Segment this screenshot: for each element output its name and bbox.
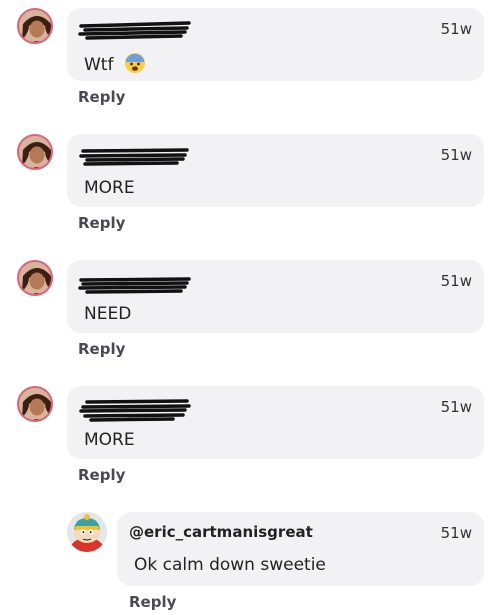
avatar[interactable] <box>17 134 53 170</box>
comment-bubble: 51w MORE <box>67 134 484 207</box>
comment-text: Ok calm down sweetie <box>134 555 326 575</box>
comment-text: MORE <box>84 430 135 450</box>
timestamp: 51w <box>440 524 472 542</box>
avatar-image <box>19 10 51 42</box>
redaction-scribble <box>78 277 191 294</box>
comment-text: Wtf <box>84 52 146 79</box>
avatar[interactable] <box>17 8 53 44</box>
redaction-scribble <box>79 148 189 166</box>
comment-bubble: @eric_cartmanisgreat 51w Ok calm down sw… <box>117 512 484 586</box>
comment-bubble: 51w MORE <box>67 386 484 459</box>
comment-text: MORE <box>84 178 135 198</box>
reply-button[interactable]: Reply <box>78 88 125 106</box>
avatar[interactable] <box>17 386 53 422</box>
avatar[interactable] <box>67 512 107 552</box>
timestamp: 51w <box>440 272 472 290</box>
comment-text-content: Wtf <box>84 55 114 75</box>
username[interactable]: @eric_cartmanisgreat <box>129 523 313 541</box>
comment-bubble: 51w NEED <box>67 260 484 333</box>
redaction-scribble <box>78 21 191 40</box>
comment-text: NEED <box>84 304 132 324</box>
comment-bubble: 51w Wtf <box>67 8 484 81</box>
avatar-image <box>19 136 51 168</box>
reply-button[interactable]: Reply <box>78 340 125 358</box>
redaction-scribble <box>79 399 191 422</box>
reply-button[interactable]: Reply <box>129 593 176 611</box>
timestamp: 51w <box>440 398 472 416</box>
reply-button[interactable]: Reply <box>78 466 125 484</box>
timestamp: 51w <box>440 146 472 164</box>
reply-button[interactable]: Reply <box>78 214 125 232</box>
timestamp: 51w <box>440 20 472 38</box>
avatar-image <box>19 262 51 294</box>
fearful-face-icon <box>124 52 146 79</box>
avatar-image <box>19 388 51 420</box>
cartman-avatar-image <box>67 512 107 552</box>
avatar[interactable] <box>17 260 53 296</box>
